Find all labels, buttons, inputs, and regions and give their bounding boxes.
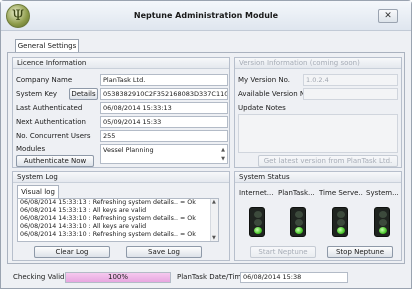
modules-list-item[interactable]: Vessel Planning (103, 146, 154, 154)
plantask-datetime-field[interactable]: 06/08/2014 15:38 (240, 272, 348, 283)
app-window: Ψ Neptune Administration Module ✕ Genera… (0, 0, 412, 289)
status-bar: Checking Validity 100% PlanTask Date/Tim… (7, 270, 405, 285)
version-group-title: Version Information (coming soon) (235, 58, 401, 69)
log-line: 06/08/2014 15:33:13 : All keys are valid (20, 207, 147, 214)
close-icon[interactable]: ✕ (378, 9, 398, 23)
traffic-light-icon (374, 207, 390, 237)
company-name-label: Company Name (16, 76, 73, 84)
concurrent-users-label: No. Concurrent Users (16, 132, 91, 140)
concurrent-users-field[interactable]: 255 (100, 130, 228, 142)
update-notes-box (238, 114, 398, 153)
validity-progress-bar: 100% (65, 272, 171, 283)
modules-label: Modules (16, 145, 46, 153)
system-status-group-title: System Status (235, 172, 401, 183)
scroll-up-icon[interactable]: ▲ (212, 199, 216, 205)
scroll-down-icon[interactable]: ▼ (212, 235, 216, 241)
traffic-light-icon (332, 207, 348, 237)
details-button[interactable]: Details (69, 88, 98, 100)
last-authenticated-field[interactable]: 06/08/2014 15:33:13 (100, 102, 228, 114)
available-version-field (303, 88, 398, 100)
system-key-field[interactable]: 0538382910C2F352168083D337C11057D (100, 88, 228, 100)
title-bar: Ψ Neptune Administration Module ✕ (1, 1, 411, 31)
window-title: Neptune Administration Module (133, 11, 279, 20)
company-name-field[interactable]: PlanTask Ltd. (100, 74, 228, 86)
status-label-internet: Internet... (239, 189, 274, 197)
log-scrollbar[interactable]: ▲ ▼ (210, 199, 218, 241)
my-version-field: 1.0.2.4 (303, 74, 398, 86)
system-log-group-title: System Log (13, 172, 229, 183)
system-key-label: System Key (16, 90, 58, 98)
traffic-light-icon (290, 207, 306, 237)
visual-log-box[interactable]: 06/08/2014 15:33:13 : Refreshing system … (17, 198, 219, 242)
available-version-label: Available Version No. (238, 90, 312, 98)
next-authentication-field[interactable]: 05/09/2014 15:33 (100, 116, 228, 128)
log-line: 06/08/2014 15:33:13 : Refreshing system … (20, 199, 196, 206)
tab-general-settings[interactable]: General Settings (15, 39, 79, 53)
log-line: 06/08/2014 14:33:10 : Refreshing system … (20, 215, 196, 222)
status-label-plantask: PlanTask... (278, 189, 315, 197)
authenticate-now-button[interactable]: Authenticate Now (16, 155, 94, 167)
update-notes-label: Update Notes (238, 104, 286, 112)
last-authenticated-label: Last Authenticated (16, 104, 83, 112)
system-log-group: System Log Visual log 06/08/2014 15:33:1… (12, 171, 230, 261)
traffic-light-icon (249, 207, 265, 237)
licence-group-title: Licence Information (13, 58, 229, 69)
plantask-datetime-label: PlanTask Date/Time (177, 273, 246, 281)
status-label-system: System... (366, 189, 399, 197)
system-status-group: System Status Internet... PlanTask... Ti… (234, 171, 402, 261)
modules-list[interactable]: Vessel Planning ▲ ▼ (100, 144, 228, 164)
scroll-down-icon[interactable]: ▼ (221, 154, 225, 163)
start-neptune-button: Start Neptune (250, 246, 316, 258)
log-line: 06/08/2014 13:33:10 : Refreshing system … (20, 231, 196, 238)
next-authentication-label: Next Authentication (16, 118, 86, 126)
licence-group: Licence Information Company Name PlanTas… (12, 57, 230, 168)
log-line: 06/08/2014 14:33:10 : All keys are valid (20, 223, 147, 230)
stop-neptune-button[interactable]: Stop Neptune (327, 246, 393, 258)
general-settings-panel: Licence Information Company Name PlanTas… (7, 52, 405, 264)
tab-visual-log[interactable]: Visual log (17, 185, 59, 198)
status-label-time-server: Time Serve... (319, 189, 363, 197)
version-group: Version Information (coming soon) My Ver… (234, 57, 402, 168)
get-latest-version-button: Get latest version from PlanTask Ltd. (258, 155, 398, 167)
save-log-button[interactable]: Save Log (126, 246, 202, 258)
clear-log-button[interactable]: Clear Log (34, 246, 110, 258)
my-version-label: My Version No. (238, 76, 290, 84)
